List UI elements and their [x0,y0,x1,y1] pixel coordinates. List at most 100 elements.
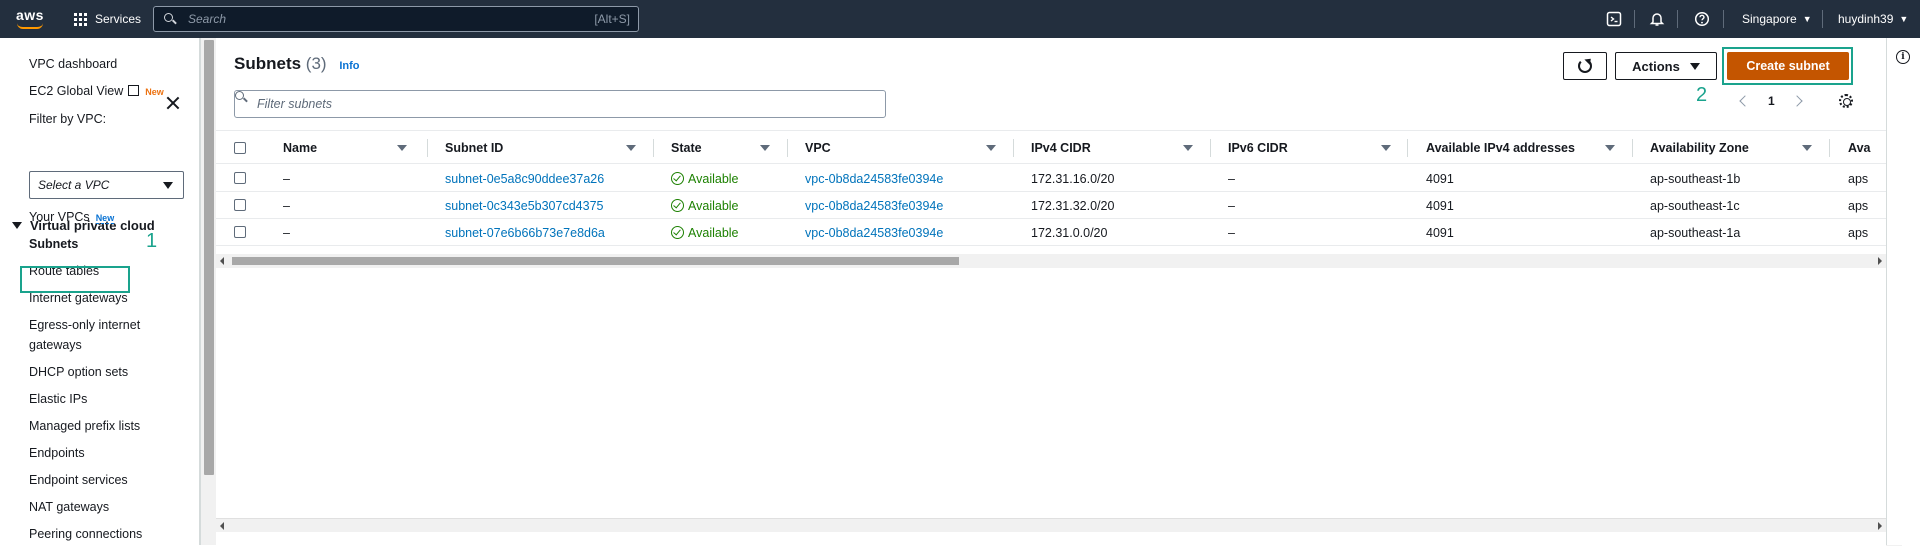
column-header-name[interactable]: Name [283,131,317,165]
nav-nat-gateways[interactable]: NAT gateways [29,499,109,515]
close-icon[interactable] [166,96,180,110]
sidebar-scrollbar[interactable] [200,38,216,545]
column-header-ipv6-cidr[interactable]: IPv6 CIDR [1228,131,1288,165]
external-link-icon [128,85,140,96]
scrollbar-thumb[interactable] [232,257,959,265]
nav-endpoint-services[interactable]: Endpoint services [29,472,128,488]
table-horizontal-scrollbar[interactable] [216,254,1886,268]
nav-your-vpcs[interactable]: Your VPCs New [29,209,115,226]
nav-egress-only-line1[interactable]: Egress-only internet [29,317,140,333]
cell-vpc-link[interactable]: vpc-0b8da24583fe0394e [805,219,943,246]
cell-name: – [283,198,290,213]
help-button[interactable] [1693,0,1711,38]
cell-truncated: aps [1848,225,1869,240]
select-all-checkbox[interactable] [234,142,246,154]
column-label: IPv6 CIDR [1228,141,1288,155]
cell-state: Available [671,165,739,192]
nav-elastic-ips[interactable]: Elastic IPs [29,391,87,407]
subnet-count: (3) [305,54,327,73]
actions-label: Actions [1632,58,1680,74]
column-divider [1407,139,1408,157]
state-text: Available [688,171,739,186]
cell-subnet-id-link[interactable]: subnet-07e6b66b73e7e8d6a [445,219,605,246]
region-selector[interactable]: Singapore ▼ [1742,0,1812,38]
subnets-panel: Subnets (3) Info Actions Create subnet 2… [216,38,1902,546]
row-checkbox[interactable] [234,172,246,184]
expand-caret-icon [12,222,22,229]
row-checkbox[interactable] [234,226,246,238]
scroll-left-arrow-icon[interactable] [220,522,224,530]
aws-logo[interactable]: aws [16,6,46,32]
sort-caret-icon [986,145,996,151]
nav-subnets[interactable]: Subnets [29,236,78,252]
sort-icon-wrap [397,131,407,165]
cell-subnet-id-link[interactable]: subnet-0e5a8c90ddee37a26 [445,165,604,192]
column-header-state[interactable]: State [671,131,702,165]
column-divider [1013,139,1014,157]
nav-endpoints[interactable]: Endpoints [29,445,85,461]
cell-subnet-id-link[interactable]: subnet-0c343e5b307cd4375 [445,192,603,219]
services-menu-button[interactable]: Services [74,0,141,38]
nav-ec2-global-view[interactable]: EC2 Global View New [29,83,164,100]
previous-page-button[interactable] [1739,88,1751,114]
main-horizontal-scrollbar[interactable] [216,518,1886,532]
filter-placeholder: Filter subnets [257,97,333,111]
scroll-right-arrow-icon[interactable] [1878,257,1882,265]
column-label: State [671,141,702,155]
nav-dhcp-option-sets[interactable]: DHCP option sets [29,364,128,380]
nav-managed-prefix-lists[interactable]: Managed prefix lists [29,418,140,434]
nav-egress-only-line2[interactable]: gateways [29,337,82,353]
column-label: VPC [805,141,831,155]
column-header-truncated[interactable]: Ava [1848,131,1870,165]
column-header-subnet-id[interactable]: Subnet ID [445,131,503,165]
column-header-vpc[interactable]: VPC [805,131,831,165]
nav-peering-connections[interactable]: Peering connections [29,526,142,542]
notifications-button[interactable] [1648,0,1666,38]
global-search-input[interactable]: Search [Alt+S] [153,6,639,32]
column-divider [1632,139,1633,157]
subnets-highlight-box [20,266,130,293]
vpc-filter-select[interactable]: Select a VPC [29,171,184,199]
scroll-left-arrow-icon[interactable] [220,257,224,265]
refresh-button[interactable] [1563,52,1607,80]
cell-truncated: aps [1848,198,1869,213]
divider [1723,10,1724,28]
column-divider [1829,139,1830,157]
info-link[interactable]: Info [339,60,359,72]
page-number[interactable]: 1 [1768,88,1775,114]
table-settings-button[interactable] [1839,88,1853,114]
filter-subnets-input[interactable]: Filter subnets [234,90,886,118]
column-header-ipv4-cidr[interactable]: IPv4 CIDR [1031,131,1091,165]
page-title-text: Subnets [234,54,302,73]
chevron-left-icon [1739,95,1751,107]
nav-vpc-dashboard[interactable]: VPC dashboard [29,56,117,72]
scroll-right-arrow-icon[interactable] [1878,522,1882,530]
table-row[interactable]: – subnet-0c343e5b307cd4375 Available vpc… [216,192,1886,219]
cloudshell-button[interactable] [1605,0,1623,38]
cell-vpc-link[interactable]: vpc-0b8da24583fe0394e [805,192,943,219]
cell-availability-zone: ap-southeast-1b [1650,171,1741,186]
column-header-availability-zone[interactable]: Availability Zone [1650,131,1749,165]
new-badge: New [95,213,115,224]
column-divider [427,139,428,157]
column-header-available-ipv4[interactable]: Available IPv4 addresses [1426,131,1575,165]
cell-vpc-link[interactable]: vpc-0b8da24583fe0394e [805,165,943,192]
create-subnet-button[interactable]: Create subnet [1727,52,1849,80]
check-circle-icon [671,226,684,239]
cloudshell-icon [1605,10,1623,28]
row-checkbox[interactable] [234,199,246,211]
info-icon[interactable]: i [1896,50,1910,64]
search-shortcut-hint: [Alt+S] [594,12,630,26]
new-badge: New [145,87,164,97]
sort-caret-icon [397,145,407,151]
account-menu[interactable]: huydinh39 ▼ [1838,0,1908,38]
sort-icon-wrap [760,131,770,165]
next-page-button[interactable] [1791,88,1803,114]
table-row[interactable]: – subnet-07e6b66b73e7e8d6a Available vpc… [216,219,1886,246]
cell-availability-zone: ap-southeast-1a [1650,225,1741,240]
table-row[interactable]: – subnet-0e5a8c90ddee37a26 Available vpc… [216,165,1886,192]
column-divider [1210,139,1211,157]
scrollbar-thumb[interactable] [204,40,214,475]
actions-dropdown-button[interactable]: Actions [1615,52,1717,80]
cell-ipv6-cidr: – [1228,225,1235,240]
